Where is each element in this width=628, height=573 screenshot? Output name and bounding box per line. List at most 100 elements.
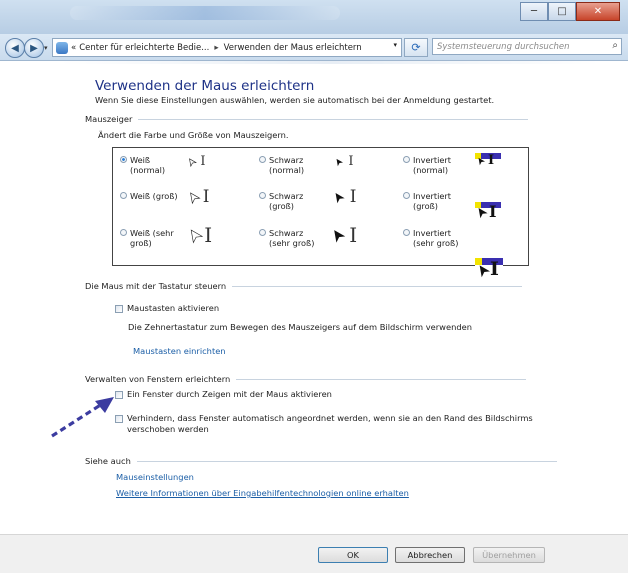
- annotation-arrow-icon: [51, 397, 114, 438]
- window-controls: ─ □ ✕: [520, 2, 620, 21]
- search-icon[interactable]: ⌕: [612, 40, 618, 51]
- text-cursor-icon: I: [349, 187, 357, 207]
- radio-button[interactable]: [403, 229, 410, 236]
- white-pointer-preview: ➤ I: [183, 223, 213, 247]
- option-invertiert-gross[interactable]: Invertiert (groß): [403, 191, 451, 211]
- inverted-pointer-preview: ➤ I: [474, 153, 501, 169]
- option-weiss-gross[interactable]: Weiß (groß): [120, 191, 178, 201]
- option-label: Schwarz: [269, 228, 304, 238]
- title-bar: ─ □ ✕: [0, 0, 628, 34]
- prevent-snap-label-continued[interactable]: verschoben werden: [127, 424, 209, 434]
- option-schwarz-gross[interactable]: Schwarz (groß): [259, 191, 303, 211]
- option-schwarz-normal[interactable]: Schwarz (normal): [259, 155, 304, 175]
- prevent-snap-checkbox[interactable]: [115, 415, 123, 423]
- arrow-cursor-icon: ➤: [185, 154, 200, 169]
- maustasten-label[interactable]: Maustasten aktivieren: [127, 303, 219, 313]
- maustasten-checkbox[interactable]: [115, 305, 123, 313]
- section-tastatur: Die Maus mit der Tastatur steuern: [85, 281, 523, 291]
- ok-button[interactable]: OK: [318, 547, 388, 563]
- minimize-button[interactable]: ─: [520, 2, 548, 21]
- arrow-cursor-icon: ➤: [325, 223, 351, 247]
- window-hover-activate-checkbox[interactable]: [115, 391, 123, 399]
- text-cursor-icon: I: [488, 153, 495, 168]
- radio-button[interactable]: [403, 192, 410, 199]
- option-schwarz-sehr-gross[interactable]: Schwarz (sehr groß): [259, 228, 314, 248]
- control-panel-icon: [56, 41, 68, 54]
- option-label: (sehr groß): [269, 238, 315, 248]
- close-button[interactable]: ✕: [576, 2, 620, 21]
- option-label: Schwarz: [269, 191, 304, 201]
- option-invertiert-normal[interactable]: Invertiert (normal): [403, 155, 451, 175]
- weitere-informationen-link[interactable]: Weitere Informationen über Eingabehilfen…: [116, 488, 409, 498]
- section-divider: [136, 460, 557, 462]
- section-divider: [138, 118, 529, 120]
- black-pointer-preview: ➤ I: [332, 154, 353, 169]
- white-pointer-preview: ➤ I: [184, 187, 210, 207]
- option-label: (groß): [413, 201, 438, 211]
- option-label: Invertiert: [413, 228, 451, 238]
- window-hover-activate-label[interactable]: Ein Fenster durch Zeigen mit der Maus ak…: [127, 389, 332, 399]
- radio-button[interactable]: [120, 156, 127, 163]
- section-heading: Verwalten von Fenstern erleichtern: [85, 374, 231, 384]
- apply-button[interactable]: Übernehmen: [473, 547, 545, 563]
- cancel-button[interactable]: Abbrechen: [395, 547, 465, 563]
- option-label: Weiß (groß): [130, 191, 178, 201]
- option-label: Invertiert: [413, 155, 451, 165]
- radio-button[interactable]: [259, 192, 266, 199]
- breadcrumb-mouse[interactable]: Verwenden der Maus erleichtern: [224, 43, 362, 53]
- option-weiss-sehr-gross[interactable]: Weiß (sehr groß): [120, 228, 174, 248]
- maustasten-description: Die Zehnertastatur zum Bewegen des Mausz…: [128, 322, 472, 332]
- pointer-scheme-box: Weiß (normal) ➤ I Schwarz (normal) ➤ I Inv…: [112, 147, 529, 282]
- section-fenster: Verwalten von Fenstern erleichtern: [85, 374, 527, 384]
- option-label: groß): [130, 238, 152, 248]
- radio-button[interactable]: [403, 156, 410, 163]
- option-label: Schwarz: [269, 155, 304, 165]
- white-pointer-preview: ➤ I: [185, 154, 206, 169]
- refresh-button[interactable]: ⟳: [404, 38, 428, 57]
- section-mauszeiger: Mauszeiger: [85, 114, 529, 124]
- navigation-bar: ◀ ▶ ▾ « Center für erleichterte Bedie...…: [0, 34, 628, 61]
- black-pointer-preview: ➤ I: [329, 187, 357, 207]
- option-label: (normal): [269, 165, 305, 175]
- inverted-pointer-preview: ➤ I: [471, 258, 503, 282]
- prevent-snap-label[interactable]: Verhindern, dass Fenster automatisch ang…: [127, 413, 533, 423]
- radio-button[interactable]: [259, 229, 266, 236]
- radio-button[interactable]: [259, 156, 266, 163]
- mauseinstellungen-link[interactable]: Mauseinstellungen: [116, 472, 194, 482]
- forward-button[interactable]: ▶: [24, 38, 44, 58]
- option-invertiert-sehr-gross[interactable]: Invertiert (sehr groß): [403, 228, 458, 248]
- breadcrumb-ease-of-access[interactable]: Center für erleichterte Bedie...: [79, 43, 209, 53]
- section-heading: Die Maus mit der Tastatur steuern: [85, 281, 227, 291]
- address-prefix[interactable]: «: [71, 43, 76, 53]
- radio-button[interactable]: [120, 192, 127, 199]
- option-label: (normal): [413, 165, 449, 175]
- maustasten-einrichten-link[interactable]: Maustasten einrichten: [133, 346, 226, 356]
- address-bar[interactable]: « Center für erleichterte Bedie... ▸ Ver…: [52, 38, 402, 57]
- page-title: Verwenden der Maus erleichtern: [95, 78, 315, 94]
- option-label: Weiß (sehr: [130, 228, 174, 238]
- option-label: Invertiert: [413, 191, 451, 201]
- option-label: (sehr groß): [413, 238, 459, 248]
- black-pointer-preview: ➤ I: [326, 223, 357, 247]
- dialog-button-bar: OK Abbrechen Übernehmen: [0, 534, 628, 573]
- inverted-pointer-preview: ➤ I: [472, 202, 501, 222]
- section-heading: Mauszeiger: [85, 114, 133, 124]
- text-cursor-icon: I: [490, 258, 499, 280]
- back-button[interactable]: ◀: [5, 38, 25, 58]
- search-placeholder: Systemsteuerung durchsuchen: [437, 41, 570, 52]
- search-input[interactable]: Systemsteuerung durchsuchen ⌕: [432, 38, 622, 55]
- breadcrumb-separator-icon[interactable]: ▸: [214, 43, 218, 53]
- history-dropdown-icon[interactable]: ▾: [44, 44, 48, 52]
- section-divider: [232, 285, 523, 287]
- option-weiss-normal[interactable]: Weiß (normal): [120, 155, 165, 175]
- radio-button[interactable]: [120, 229, 127, 236]
- text-cursor-icon: I: [200, 154, 206, 169]
- option-label: (groß): [269, 201, 294, 211]
- address-dropdown-icon[interactable]: ▾: [393, 41, 397, 49]
- page-intro: Wenn Sie diese Einstellungen auswählen, …: [95, 95, 495, 105]
- option-label: Weiß: [130, 155, 151, 165]
- arrow-cursor-icon: ➤: [328, 187, 349, 207]
- maximize-button[interactable]: □: [548, 2, 576, 21]
- main-content: Verwenden der Maus erleichtern Wenn Sie …: [0, 64, 628, 534]
- blurred-window-title: [70, 6, 340, 20]
